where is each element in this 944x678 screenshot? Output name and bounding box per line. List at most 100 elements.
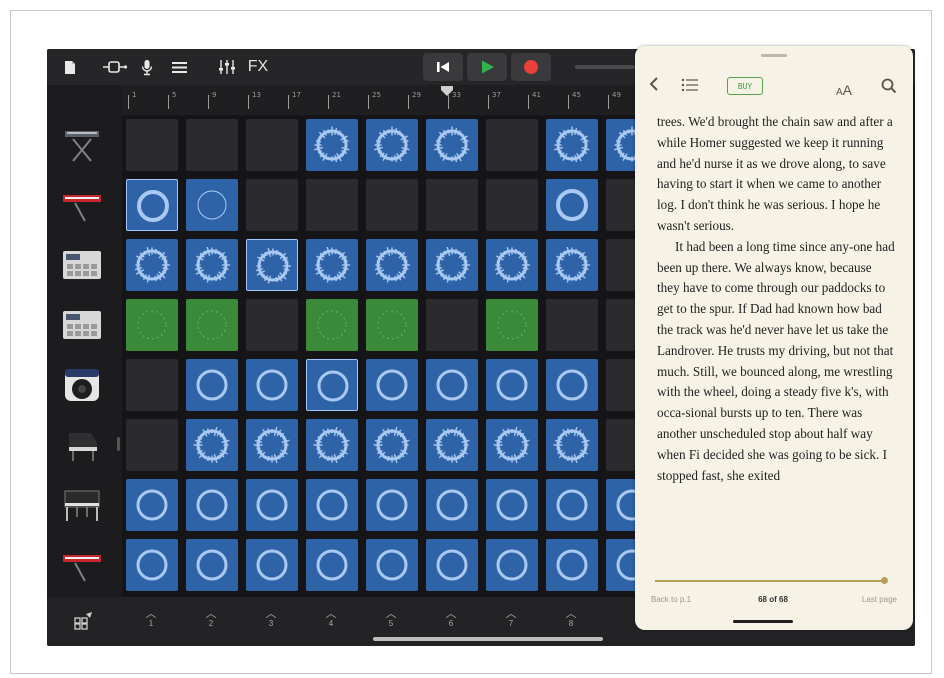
column-trigger-button[interactable]: ︿ 2 [199, 609, 223, 629]
loop-cell[interactable] [186, 419, 238, 471]
loop-cell[interactable] [306, 419, 358, 471]
loop-cell[interactable] [306, 239, 358, 291]
loop-cell[interactable] [246, 239, 298, 291]
fx-button[interactable]: FX [247, 57, 269, 77]
upright-piano-icon[interactable] [57, 481, 107, 529]
empty-cell[interactable] [246, 119, 298, 171]
loop-cell[interactable] [546, 539, 598, 591]
loop-cell[interactable] [546, 119, 598, 171]
timeline-ruler[interactable]: 1 5 9 13 17 21 25 29 33 37 41 45 49 [122, 85, 642, 116]
loop-cell[interactable] [426, 239, 478, 291]
loop-cell[interactable] [306, 539, 358, 591]
volume-slider[interactable] [575, 65, 635, 69]
search-icon[interactable] [881, 78, 897, 99]
page-progress-slider[interactable] [655, 577, 889, 584]
red-synth-icon[interactable] [57, 181, 107, 229]
column-trigger-button[interactable]: ︿ 4 [319, 609, 343, 629]
loop-cell[interactable] [546, 479, 598, 531]
loop-cell[interactable] [126, 539, 178, 591]
loop-cell[interactable] [426, 419, 478, 471]
loop-cell[interactable] [546, 419, 598, 471]
buy-button[interactable]: BUY [727, 77, 763, 95]
last-page-link[interactable]: Last page [862, 595, 897, 604]
loop-cell[interactable] [426, 479, 478, 531]
loop-cell[interactable] [126, 299, 178, 351]
cell-edit-icon[interactable] [73, 611, 95, 636]
loop-cell[interactable] [186, 299, 238, 351]
loop-cell[interactable] [366, 299, 418, 351]
input-icon[interactable] [101, 57, 129, 77]
empty-cell[interactable] [426, 179, 478, 231]
loop-cell[interactable] [546, 359, 598, 411]
loop-cell[interactable] [366, 479, 418, 531]
keyboard-stand-icon[interactable] [57, 121, 107, 169]
empty-cell[interactable] [486, 119, 538, 171]
loop-cell[interactable] [306, 119, 358, 171]
empty-cell[interactable] [366, 179, 418, 231]
loop-cell[interactable] [186, 359, 238, 411]
play-button[interactable] [467, 53, 507, 81]
empty-cell[interactable] [186, 119, 238, 171]
loop-cell[interactable] [486, 359, 538, 411]
loop-cell[interactable] [486, 299, 538, 351]
piano-icon[interactable] [57, 421, 107, 469]
column-trigger-button[interactable]: ︿ 1 [139, 609, 163, 629]
loop-cell[interactable] [246, 539, 298, 591]
empty-cell[interactable] [246, 299, 298, 351]
microphone-icon[interactable] [139, 57, 155, 77]
loop-cell[interactable] [426, 539, 478, 591]
loop-cell[interactable] [546, 239, 598, 291]
loop-cell[interactable] [306, 479, 358, 531]
red-synth-icon[interactable] [57, 541, 107, 589]
empty-cell[interactable] [126, 359, 178, 411]
table-of-contents-icon[interactable] [681, 78, 699, 97]
empty-cell[interactable] [486, 179, 538, 231]
loop-cell[interactable] [426, 359, 478, 411]
loop-cell[interactable] [186, 539, 238, 591]
loop-cell[interactable] [366, 119, 418, 171]
loop-cell[interactable] [186, 239, 238, 291]
loop-cell[interactable] [366, 239, 418, 291]
loop-cell[interactable] [546, 179, 598, 231]
loop-cell[interactable] [486, 539, 538, 591]
mixer-icon[interactable] [217, 57, 237, 77]
empty-cell[interactable] [126, 119, 178, 171]
column-trigger-button[interactable]: ︿ 8 [559, 609, 583, 629]
drum-machine-icon[interactable] [57, 241, 107, 289]
column-trigger-button[interactable]: ︿ 7 [499, 609, 523, 629]
document-icon[interactable] [61, 57, 79, 77]
empty-cell[interactable] [546, 299, 598, 351]
loop-cell[interactable] [366, 359, 418, 411]
empty-cell[interactable] [426, 299, 478, 351]
panel-grabber[interactable] [761, 54, 787, 57]
loop-cell[interactable] [306, 359, 358, 411]
empty-cell[interactable] [246, 179, 298, 231]
drum-machine-icon[interactable] [57, 301, 107, 349]
loop-cell[interactable] [426, 119, 478, 171]
text-appearance-button[interactable]: AA [836, 82, 852, 98]
loop-cell[interactable] [246, 479, 298, 531]
loop-cell[interactable] [126, 239, 178, 291]
column-resize-handle[interactable] [117, 437, 120, 451]
empty-cell[interactable] [306, 179, 358, 231]
column-trigger-button[interactable]: ︿ 5 [379, 609, 403, 629]
loop-cell[interactable] [366, 539, 418, 591]
loop-cell[interactable] [246, 419, 298, 471]
loop-cell[interactable] [486, 419, 538, 471]
tracks-icon[interactable] [169, 57, 189, 77]
column-trigger-button[interactable]: ︿ 6 [439, 609, 463, 629]
loop-cell[interactable] [126, 479, 178, 531]
loop-cell[interactable] [126, 179, 178, 231]
back-chevron-icon[interactable] [649, 76, 659, 97]
rewind-button[interactable] [423, 53, 463, 81]
loop-cell[interactable] [186, 479, 238, 531]
record-button[interactable] [511, 53, 551, 81]
progress-knob[interactable] [881, 577, 889, 584]
loop-cell[interactable] [246, 359, 298, 411]
loop-cell[interactable] [486, 479, 538, 531]
loop-cell[interactable] [366, 419, 418, 471]
back-to-page-link[interactable]: Back to p.1 [651, 595, 691, 604]
amp-icon[interactable] [57, 361, 107, 409]
loop-cell[interactable] [486, 239, 538, 291]
column-trigger-button[interactable]: ︿ 3 [259, 609, 283, 629]
